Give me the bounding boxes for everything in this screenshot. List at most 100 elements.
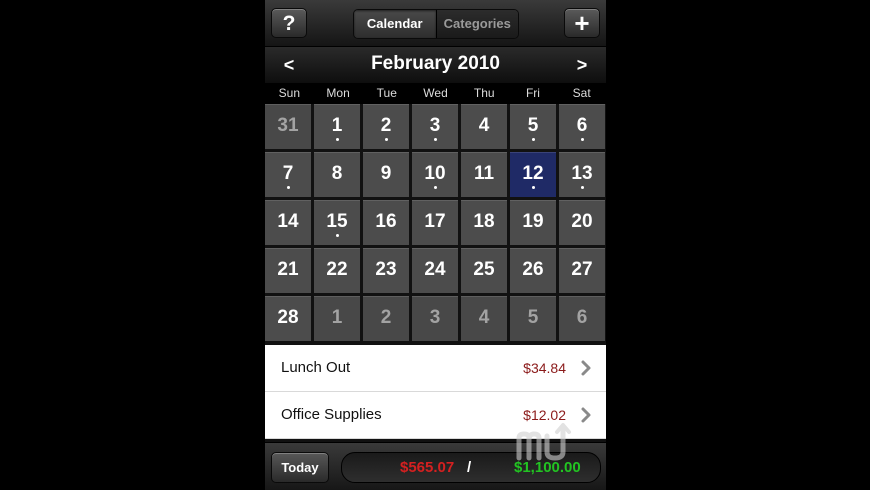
- calendar-day[interactable]: 26: [510, 248, 556, 293]
- day-number: 7: [282, 163, 294, 184]
- calendar-day[interactable]: 11: [461, 152, 507, 197]
- day-number: 17: [424, 211, 446, 232]
- calendar-day[interactable]: 31: [265, 104, 311, 149]
- help-button[interactable]: ?: [271, 8, 307, 38]
- day-number: 2: [380, 115, 392, 136]
- calendar-day[interactable]: 1: [314, 104, 360, 149]
- calendar-day[interactable]: 6: [559, 104, 605, 149]
- calendar-day[interactable]: 2: [363, 104, 409, 149]
- expense-amount: $34.84: [523, 360, 566, 376]
- spent-total: $565.07: [400, 459, 455, 476]
- app-screen: ? Calendar Categories + < February 2010 …: [265, 0, 606, 490]
- day-number: 31: [277, 115, 299, 136]
- weekday-label: Fri: [525, 86, 540, 100]
- day-number: 21: [277, 259, 299, 280]
- add-expense-button[interactable]: +: [564, 8, 600, 38]
- day-number: 18: [473, 211, 495, 232]
- day-number: 6: [576, 307, 588, 328]
- day-number: 10: [424, 163, 446, 184]
- day-number: 2: [380, 307, 392, 328]
- calendar-day[interactable]: 27: [559, 248, 605, 293]
- day-number: 9: [380, 163, 392, 184]
- expense-indicator-dot: [433, 138, 437, 141]
- calendar-day[interactable]: 23: [363, 248, 409, 293]
- day-number: 19: [522, 211, 544, 232]
- weekday-label: Tue: [376, 86, 397, 100]
- calendar-day[interactable]: 7: [265, 152, 311, 197]
- expense-indicator-dot: [384, 138, 388, 141]
- day-number: 6: [576, 115, 588, 136]
- expense-name: Lunch Out: [281, 359, 351, 376]
- weekday-label: Sun: [278, 86, 301, 100]
- calendar-day[interactable]: 6: [559, 296, 605, 341]
- calendar-day[interactable]: 4: [461, 296, 507, 341]
- day-number: 15: [326, 211, 348, 232]
- expense-indicator-dot: [335, 234, 339, 237]
- day-number: 11: [473, 163, 495, 184]
- calendar-day-selected[interactable]: 12: [510, 152, 556, 197]
- day-number: 12: [522, 163, 544, 184]
- calendar-day[interactable]: 18: [461, 200, 507, 245]
- expense-indicator-dot: [531, 138, 535, 141]
- calendar-day[interactable]: 15: [314, 200, 360, 245]
- totals-separator: /: [467, 459, 472, 476]
- day-number: 16: [375, 211, 397, 232]
- tab-categories[interactable]: Categories: [435, 10, 518, 38]
- weekday-label: Thu: [473, 86, 495, 100]
- day-number: 8: [331, 163, 343, 184]
- calendar-day[interactable]: 25: [461, 248, 507, 293]
- weekday-label: Sat: [572, 86, 591, 100]
- month-header: < February 2010 >: [265, 47, 606, 83]
- calendar-day[interactable]: 28: [265, 296, 311, 341]
- calendar-day[interactable]: 1: [314, 296, 360, 341]
- today-button[interactable]: Today: [271, 452, 329, 483]
- day-number: 5: [527, 115, 539, 136]
- day-number: 3: [429, 115, 441, 136]
- calendar-day[interactable]: 13: [559, 152, 605, 197]
- view-segmented-control: Calendar Categories: [353, 9, 519, 39]
- calendar-day[interactable]: 2: [363, 296, 409, 341]
- weekday-header: Sun Mon Tue Wed Thu Fri Sat: [265, 83, 606, 104]
- calendar-day[interactable]: 3: [412, 296, 458, 341]
- calendar-day[interactable]: 17: [412, 200, 458, 245]
- calendar-day[interactable]: 4: [461, 104, 507, 149]
- calendar-day[interactable]: 5: [510, 296, 556, 341]
- calendar-day[interactable]: 22: [314, 248, 360, 293]
- chevron-right-icon: [581, 360, 591, 376]
- day-number: 28: [277, 307, 299, 328]
- day-number: 14: [277, 211, 299, 232]
- expense-indicator-dot: [580, 186, 584, 189]
- day-number: 3: [429, 307, 441, 328]
- day-number: 1: [331, 307, 343, 328]
- calendar-day[interactable]: 10: [412, 152, 458, 197]
- calendar-day[interactable]: 5: [510, 104, 556, 149]
- tab-calendar[interactable]: Calendar: [354, 10, 436, 38]
- day-number: 26: [522, 259, 544, 280]
- expense-name: Office Supplies: [281, 406, 382, 423]
- day-number: 27: [571, 259, 593, 280]
- calendar-day[interactable]: 24: [412, 248, 458, 293]
- macupdate-logo: [516, 423, 571, 461]
- day-number: 23: [375, 259, 397, 280]
- chevron-right-icon: [581, 407, 591, 423]
- calendar-day[interactable]: 21: [265, 248, 311, 293]
- weekday-label: Wed: [423, 86, 448, 100]
- month-title: February 2010: [371, 53, 500, 74]
- day-number: 25: [473, 259, 495, 280]
- calendar-day[interactable]: 8: [314, 152, 360, 197]
- calendar-day[interactable]: 16: [363, 200, 409, 245]
- next-month-button[interactable]: >: [562, 47, 602, 83]
- expense-indicator-dot: [335, 138, 339, 141]
- calendar-day[interactable]: 3: [412, 104, 458, 149]
- day-number: 13: [571, 163, 593, 184]
- calendar-day[interactable]: 9: [363, 152, 409, 197]
- weekday-label: Mon: [326, 86, 350, 100]
- calendar-day[interactable]: 14: [265, 200, 311, 245]
- calendar-day[interactable]: 20: [559, 200, 605, 245]
- expense-row[interactable]: Lunch Out $34.84: [265, 345, 606, 392]
- day-number: 1: [331, 115, 343, 136]
- day-number: 24: [424, 259, 446, 280]
- expense-indicator-dot: [286, 186, 290, 189]
- day-number: 4: [478, 307, 490, 328]
- calendar-day[interactable]: 19: [510, 200, 556, 245]
